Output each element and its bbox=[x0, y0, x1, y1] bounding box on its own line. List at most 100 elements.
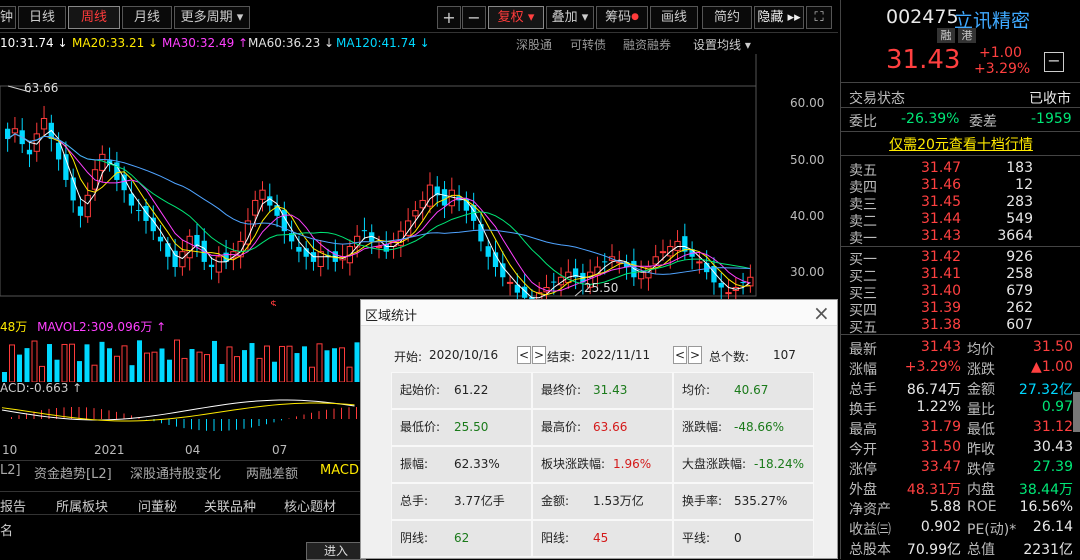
stat-cell: 换手率: 535.27% bbox=[673, 483, 814, 520]
ma20-value: MA20:33.21 ↓ bbox=[72, 36, 159, 50]
candle-body bbox=[506, 281, 514, 284]
start-prev-button[interactable]: < bbox=[517, 346, 531, 364]
indicator-tabbar: L2] 资金趋势[L2] 深股通持股变化 两融差额 MACD bbox=[0, 460, 362, 482]
mavol2-value: MAVOL2:309.096万 ↑ bbox=[37, 320, 167, 334]
candle-body bbox=[637, 271, 645, 280]
overlay-dropdown[interactable]: 叠加 ▾ bbox=[546, 6, 594, 29]
volume-bar bbox=[24, 348, 30, 382]
ma30-value: MA30:32.49 ↑ bbox=[162, 36, 249, 50]
count-value: 107 bbox=[773, 348, 796, 362]
volume-bar bbox=[137, 340, 142, 382]
macd-chart bbox=[1, 399, 357, 431]
end-next-button[interactable]: > bbox=[688, 346, 702, 364]
volume-bar bbox=[61, 343, 68, 382]
stat-row: 净资产 5.88 ROE 16.56% bbox=[849, 499, 1073, 518]
candle-body bbox=[659, 251, 667, 254]
more-periods-dropdown[interactable]: 更多周期 ▾ bbox=[174, 6, 250, 29]
candle-body bbox=[136, 210, 142, 212]
stat-cell: 涨跌幅: -48.66% bbox=[673, 409, 814, 446]
start-next-button[interactable]: > bbox=[532, 346, 546, 364]
tab-monthly[interactable]: 月线 bbox=[122, 6, 172, 29]
candle-body bbox=[157, 236, 164, 242]
volume-bar bbox=[99, 341, 105, 382]
stat-row: 总手 86.74万 金额 27.32亿 bbox=[849, 382, 1073, 398]
volume-bar bbox=[167, 359, 172, 382]
last-price: 31.43 bbox=[886, 45, 961, 75]
tab-shenguton-holding[interactable]: 深股通持股变化 bbox=[130, 463, 221, 482]
minimize-icon[interactable]: − bbox=[1044, 52, 1064, 72]
candle-body bbox=[150, 217, 156, 232]
volume-bar bbox=[316, 343, 323, 382]
start-date: 2020/10/16 bbox=[429, 348, 499, 362]
candle-body bbox=[252, 199, 259, 216]
chip-button[interactable]: 筹码● bbox=[596, 6, 648, 29]
simple-mode-button[interactable]: 简约 bbox=[702, 6, 752, 29]
tab-core-topics[interactable]: 核心题材 bbox=[284, 496, 336, 515]
tab-report[interactable]: 报告 bbox=[0, 496, 26, 515]
fullscreen-icon[interactable]: ⛶ bbox=[806, 6, 832, 29]
tab-macd[interactable]: MACD bbox=[320, 463, 359, 478]
scrollbar-thumb[interactable] bbox=[1073, 392, 1080, 432]
volume-bar bbox=[129, 365, 135, 382]
volume-bar bbox=[17, 354, 22, 382]
tab-sector[interactable]: 所属板块 bbox=[56, 496, 108, 515]
tab-ask-secretary[interactable]: 问董秘 bbox=[138, 496, 177, 515]
link-shenguton[interactable]: 深股通 bbox=[516, 36, 552, 53]
volume-bar bbox=[286, 345, 293, 382]
candle-body bbox=[186, 235, 193, 259]
candlestick-group bbox=[5, 105, 754, 306]
stock-code: 002475 bbox=[886, 6, 959, 28]
volume-bar bbox=[204, 354, 210, 382]
tab-fund-trend[interactable]: 资金趋势[L2] bbox=[34, 463, 112, 482]
candle-body bbox=[725, 292, 732, 295]
volume-bar bbox=[324, 350, 330, 382]
ma120-value: MA120:41.74 ↓ bbox=[336, 36, 430, 50]
link-convertible[interactable]: 可转债 bbox=[570, 36, 606, 53]
zoom-in-button[interactable]: + bbox=[437, 6, 461, 29]
tab-weekly[interactable]: 周线 bbox=[68, 6, 120, 29]
kline-chart[interactable]: 63.66 25.50 $ bbox=[0, 54, 838, 306]
tab-margin-diff[interactable]: 两融差额 bbox=[246, 463, 298, 482]
zoom-out-button[interactable]: − bbox=[462, 6, 486, 29]
fuquan-dropdown[interactable]: 复权 ▾ bbox=[488, 6, 544, 29]
candle-body bbox=[412, 210, 419, 217]
candle-body bbox=[128, 193, 135, 206]
volume-bar bbox=[159, 348, 165, 382]
volume-bar bbox=[84, 344, 90, 382]
tab-l2[interactable]: L2] bbox=[0, 463, 21, 478]
hk-connect-tag: 港 bbox=[958, 28, 976, 43]
volume-bar bbox=[256, 357, 263, 382]
stat-cell: 均价: 40.67 bbox=[673, 372, 814, 409]
link-margin[interactable]: 融资融券 bbox=[623, 36, 671, 53]
volume-bar bbox=[196, 351, 203, 382]
tab-minute[interactable]: 钟 bbox=[0, 6, 16, 29]
ma-line bbox=[7, 133, 751, 285]
ask-row: 卖一 31.43 3664 bbox=[849, 228, 1033, 247]
trade-status-row: 交易状态 已收市 bbox=[849, 91, 1071, 107]
ma-settings-dropdown[interactable]: 设置均线 ▾ bbox=[693, 36, 751, 53]
stat-row: 今开 31.50 昨收 30.43 bbox=[849, 439, 1073, 458]
close-icon[interactable]: × bbox=[813, 301, 830, 325]
tab-daily[interactable]: 日线 bbox=[18, 6, 66, 29]
price-tick-50: 50.00 bbox=[790, 153, 825, 167]
stat-cell: 起始价: 61.22 bbox=[391, 372, 532, 409]
promo-link[interactable]: 仅需20元查看十档行情 bbox=[841, 134, 1080, 154]
hide-panel-button[interactable]: 隐藏 ▸▸ bbox=[754, 6, 804, 29]
candle-body bbox=[674, 240, 681, 251]
end-date: 2022/11/11 bbox=[581, 348, 651, 362]
dialog-title: 区域统计 bbox=[365, 309, 418, 324]
volume-bar bbox=[9, 344, 15, 382]
price-change: +1.00 bbox=[979, 45, 1022, 61]
volume-bar bbox=[91, 364, 98, 382]
tab-related[interactable]: 关联品种 bbox=[204, 496, 256, 515]
ma60-value: MA60:36.23 ↓ bbox=[248, 36, 335, 50]
volume-bar bbox=[354, 342, 360, 382]
stat-row: 外盘 48.31万 内盘 38.44万 bbox=[849, 482, 1073, 498]
candle-body bbox=[478, 224, 484, 242]
volume-bar bbox=[189, 349, 195, 382]
draw-line-button[interactable]: 画线 bbox=[650, 6, 698, 29]
enter-button[interactable]: 进入 bbox=[306, 542, 366, 560]
end-prev-button[interactable]: < bbox=[673, 346, 687, 364]
stat-row: 总股本 70.99亿 总值 2231亿 bbox=[849, 542, 1073, 558]
stat-row: 收益㈢ 0.902 PE(动)* 26.14 bbox=[849, 519, 1073, 538]
